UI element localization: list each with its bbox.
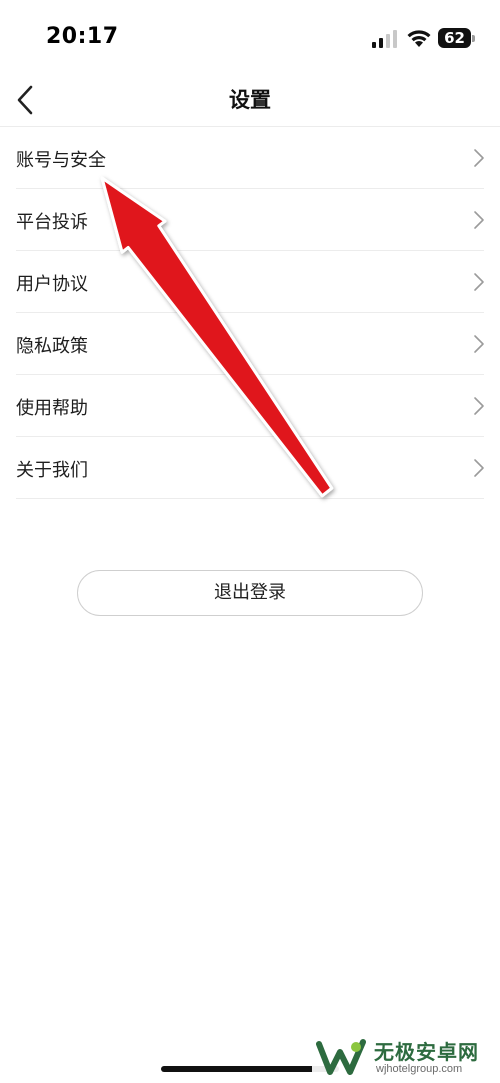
- battery-icon: 62: [438, 28, 476, 48]
- nav-bar: 设置: [0, 78, 500, 127]
- menu-item-label: 关于我们: [16, 460, 88, 481]
- logout-button-label: 退出登录: [214, 582, 286, 603]
- status-bar: 20:17 62: [0, 0, 500, 78]
- battery-tip: [472, 35, 475, 42]
- battery-level: 62: [444, 29, 465, 47]
- page-title: 设置: [229, 88, 271, 112]
- logout-button[interactable]: 退出登录: [77, 570, 423, 616]
- chevron-right-icon: [474, 273, 484, 291]
- menu-item-label: 平台投诉: [16, 212, 88, 233]
- watermark: 无极安卓网 wjhotelgroup.com: [312, 1030, 500, 1083]
- watermark-url: wjhotelgroup.com: [376, 1063, 463, 1075]
- wifi-icon: [407, 30, 431, 47]
- menu-item-label: 隐私政策: [16, 336, 88, 357]
- menu-item-label: 使用帮助: [16, 398, 88, 419]
- chevron-right-icon: [474, 397, 484, 415]
- status-time: 20:17: [46, 24, 119, 49]
- chevron-right-icon: [474, 335, 484, 353]
- chevron-right-icon: [474, 211, 484, 229]
- divider: [16, 498, 484, 499]
- menu-item-label: 用户协议: [16, 274, 88, 295]
- chevron-right-icon: [474, 149, 484, 167]
- menu-item-platform-complaint[interactable]: 平台投诉: [0, 189, 500, 251]
- menu-item-help[interactable]: 使用帮助: [0, 375, 500, 437]
- menu-item-user-agreement[interactable]: 用户协议: [0, 251, 500, 313]
- chevron-right-icon: [474, 459, 484, 477]
- menu-item-account-security[interactable]: 账号与安全: [0, 127, 500, 189]
- menu-item-about-us[interactable]: 关于我们: [0, 437, 500, 499]
- signal-icon: [372, 30, 397, 48]
- menu-item-privacy-policy[interactable]: 隐私政策: [0, 313, 500, 375]
- settings-menu-list: 账号与安全 平台投诉 用户协议 隐私政策 使用帮助 关于我们: [0, 127, 500, 499]
- menu-item-label: 账号与安全: [16, 150, 106, 171]
- watermark-logo-icon: [316, 1039, 366, 1075]
- watermark-title: 无极安卓网: [374, 1040, 479, 1064]
